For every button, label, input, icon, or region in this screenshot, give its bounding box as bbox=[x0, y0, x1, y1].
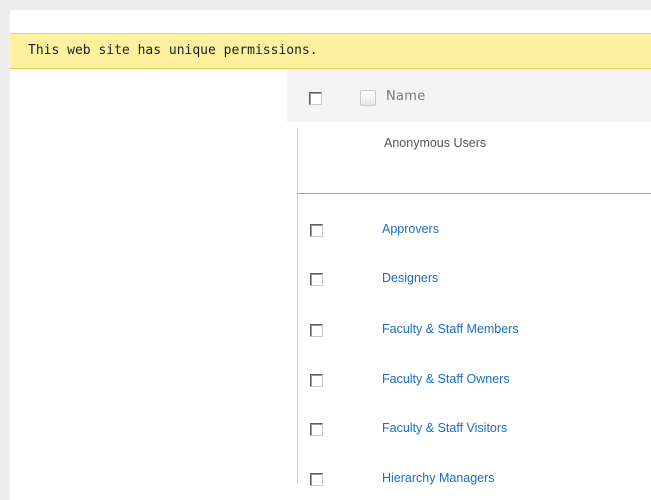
row-checkbox[interactable] bbox=[310, 473, 323, 486]
group-link-approvers[interactable]: Approvers bbox=[382, 222, 439, 236]
unique-permissions-banner: This web site has unique permissions. bbox=[10, 33, 651, 69]
row-checkbox[interactable] bbox=[310, 324, 323, 337]
group-link-designers[interactable]: Designers bbox=[382, 271, 438, 285]
group-link-faculty-staff-owners[interactable]: Faculty & Staff Owners bbox=[382, 372, 510, 386]
name-column-header[interactable]: Name bbox=[386, 89, 426, 104]
group-link-faculty-staff-members[interactable]: Faculty & Staff Members bbox=[382, 322, 519, 336]
select-all-checkbox[interactable] bbox=[309, 92, 322, 105]
grid-header-row: Name Anonymous Users bbox=[287, 69, 651, 150]
list-item-faculty-staff-visitors: Faculty & Staff Visitors bbox=[287, 418, 651, 442]
row-checkbox[interactable] bbox=[310, 374, 323, 387]
name-column-select-icon[interactable] bbox=[360, 90, 376, 106]
group-link-faculty-staff-visitors[interactable]: Faculty & Staff Visitors bbox=[382, 421, 507, 435]
list-item-approvers: Approvers bbox=[287, 219, 651, 243]
grid-separator bbox=[297, 193, 651, 194]
list-item-designers: Designers bbox=[287, 268, 651, 292]
page-frame: This web site has unique permissions. Na… bbox=[10, 10, 651, 500]
row-checkbox[interactable] bbox=[310, 423, 323, 436]
list-item-hierarchy-managers: Hierarchy Managers bbox=[287, 468, 651, 492]
list-item-faculty-staff-members: Faculty & Staff Members bbox=[287, 319, 651, 343]
row-checkbox[interactable] bbox=[310, 224, 323, 237]
group-link-hierarchy-managers[interactable]: Hierarchy Managers bbox=[382, 471, 495, 485]
list-item-faculty-staff-owners: Faculty & Staff Owners bbox=[287, 369, 651, 393]
anonymous-users-label: Anonymous Users bbox=[384, 136, 487, 150]
permissions-grid: Name Anonymous Users Approvers Designers… bbox=[287, 69, 651, 500]
row-checkbox[interactable] bbox=[310, 273, 323, 286]
